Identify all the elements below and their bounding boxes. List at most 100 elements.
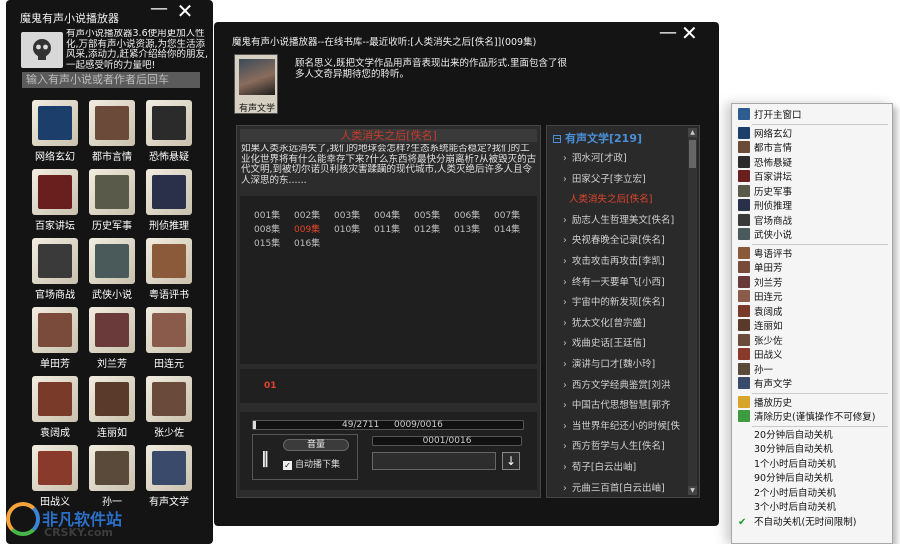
tree-item[interactable]: › 终有一天要单飞[小西]	[563, 274, 689, 295]
category-label: 官场商战	[35, 290, 75, 301]
collapse-icon[interactable]: −	[553, 135, 561, 143]
menu-item-narrator[interactable]: 孙一	[738, 362, 888, 377]
menu-item-narrator[interactable]: 田战义	[738, 348, 888, 362]
menu-item-shutdown[interactable]: 3个小时后自动关机	[738, 501, 888, 515]
category-tile[interactable]: 田连元	[142, 304, 196, 373]
category-tile[interactable]: 网络玄幻	[28, 97, 82, 166]
category-tile[interactable]: 粤语评书	[142, 235, 196, 304]
menu-item-shutdown[interactable]: 90分钟后自动关机	[738, 472, 888, 486]
download-arrow-icon[interactable]: ↓	[502, 452, 520, 470]
tree-item[interactable]: › 演讲与口才[魏小玲]	[563, 356, 689, 377]
category-tile[interactable]: 单田芳	[28, 304, 82, 373]
minimize-button[interactable]: —	[150, 0, 168, 20]
tree-item[interactable]: 人类消失之后[佚名]	[563, 191, 689, 212]
menu-item-category[interactable]: 刑侦推理	[738, 199, 888, 213]
episode-item[interactable]: 014集	[494, 222, 534, 236]
menu-item-category[interactable]: 历史军事	[738, 184, 888, 199]
episode-item[interactable]: 009集	[294, 222, 334, 236]
menu-item-narrator[interactable]: 张少佐	[738, 333, 888, 348]
category-tile[interactable]: 都市言情	[85, 97, 139, 166]
menu-item-open-main[interactable]: 打开主窗口	[738, 108, 888, 122]
episode-item[interactable]: 010集	[334, 222, 374, 236]
episode-item[interactable]: 013集	[454, 222, 494, 236]
menu-item-category[interactable]: 武侠小说	[738, 228, 888, 242]
scroll-down-icon[interactable]: ▼	[688, 486, 697, 495]
narrator-icon	[89, 307, 135, 353]
tree-item[interactable]: › 央视春晚全记录[佚名]	[563, 232, 689, 253]
auto-next-option[interactable]: ✓ 自动播下集	[283, 457, 340, 470]
menu-item-shutdown[interactable]: ✔ 不自动关机(无时间限制)	[738, 516, 888, 530]
narrator-icon	[738, 246, 750, 259]
episode-item[interactable]: 006集	[454, 208, 494, 222]
menu-item-category[interactable]: 都市言情	[738, 141, 888, 155]
close-button[interactable]: ✕	[176, 1, 194, 22]
tree-root[interactable]: − 有声文学[219]	[553, 130, 642, 146]
menu-item-narrator[interactable]: 刘兰芳	[738, 275, 888, 290]
episode-item[interactable]: 004集	[374, 208, 414, 222]
category-tile[interactable]: 百家讲坛	[28, 166, 82, 235]
episode-item[interactable]: 005集	[414, 208, 454, 222]
tree-item[interactable]: › 西方哲学与人生[佚名]	[563, 438, 689, 459]
tree-item[interactable]: › 犹太文化[曾宗盛]	[563, 315, 689, 336]
category-tile[interactable]: 武侠小说	[85, 235, 139, 304]
menu-item-shutdown[interactable]: 1个小时后自动关机	[738, 458, 888, 472]
tree-item[interactable]: › 宇宙中的新发现[佚名]	[563, 294, 689, 315]
menu-item-narrator[interactable]: 袁阔成	[738, 304, 888, 319]
volume-slider[interactable]: 音量	[283, 439, 349, 451]
menu-item-narrator[interactable]: 连丽如	[738, 319, 888, 333]
menu-item-play-history[interactable]: 播放历史	[738, 395, 888, 410]
menu-item-shutdown[interactable]: 30分钟后自动关机	[738, 443, 888, 457]
menu-item-shutdown[interactable]: 20分钟后自动关机	[738, 429, 888, 443]
tree-item[interactable]: › 攻击攻击再攻击[李凯]	[563, 253, 689, 274]
pause-icon[interactable]: ‖	[261, 448, 269, 467]
category-tile[interactable]: 刑侦推理	[142, 166, 196, 235]
tree-item[interactable]: › 西方文学经典鉴赏[刘洪	[563, 377, 689, 398]
episode-item[interactable]: 007集	[494, 208, 534, 222]
category-tile[interactable]: 恐怖悬疑	[142, 97, 196, 166]
category-tile[interactable]: 官场商战	[28, 235, 82, 304]
tree-scrollbar[interactable]: ▲ ▼	[688, 128, 697, 495]
menu-item-category[interactable]: 网络玄幻	[738, 126, 888, 141]
tree-item[interactable]: › 励志人生哲理美文[佚名]	[563, 212, 689, 233]
menu-item-narrator[interactable]: 有声文学	[738, 377, 888, 391]
category-tile[interactable]: 有声文学	[142, 442, 196, 511]
menu-item-clear-history[interactable]: 清除历史(谨慎操作不可修复)	[738, 410, 888, 424]
menu-item-narrator[interactable]: 田连元	[738, 290, 888, 304]
tree-item[interactable]: › 戏曲史话[王廷信]	[563, 335, 689, 356]
close-button[interactable]: ✕	[681, 23, 698, 43]
tree-item[interactable]: › 元曲三百首[白云出岫]	[563, 480, 689, 498]
episode-item[interactable]: 012集	[414, 222, 454, 236]
minimize-button[interactable]: —	[659, 24, 677, 42]
episode-item[interactable]: 008集	[254, 222, 294, 236]
category-label: 连丽如	[97, 428, 127, 439]
category-tile[interactable]: 连丽如	[85, 373, 139, 442]
tree-item[interactable]: › 当世界年纪还小的时候[佚	[563, 418, 689, 439]
tree-item[interactable]: › 荀子[白云出岫]	[563, 459, 689, 480]
menu-item-shutdown[interactable]: 2个小时后自动关机	[738, 487, 888, 501]
menu-item-narrator[interactable]: 粤语评书	[738, 246, 888, 261]
episode-item[interactable]: 016集	[294, 236, 334, 250]
playback-progress-bar[interactable]: 49/2711 0009/0016	[252, 420, 524, 430]
episode-item[interactable]: 015集	[254, 236, 294, 250]
menu-item-category[interactable]: 百家讲坛	[738, 170, 888, 184]
auto-next-checkbox[interactable]: ✓	[283, 461, 292, 470]
search-input[interactable]: 输入有声小说或者作者后回车	[22, 72, 200, 88]
tree-item[interactable]: › 泗水河[才政]	[563, 150, 689, 171]
progress-knob[interactable]	[253, 421, 256, 429]
category-tile[interactable]: 刘兰芳	[85, 304, 139, 373]
menu-item-narrator[interactable]: 单田芳	[738, 261, 888, 275]
episode-item[interactable]: 002集	[294, 208, 334, 222]
category-tile[interactable]: 袁阔成	[28, 373, 82, 442]
tree-item[interactable]: › 田家父子[李立宏]	[563, 171, 689, 192]
category-tile[interactable]: 张少佐	[142, 373, 196, 442]
episode-item[interactable]: 011集	[374, 222, 414, 236]
now-playing-row: 01	[240, 369, 537, 403]
scroll-up-icon[interactable]: ▲	[688, 128, 697, 137]
scroll-thumb[interactable]	[689, 140, 696, 168]
tree-item[interactable]: › 中国古代思想智慧[郭齐	[563, 397, 689, 418]
menu-item-category[interactable]: 官场商战	[738, 213, 888, 228]
category-tile[interactable]: 历史军事	[85, 166, 139, 235]
menu-item-category[interactable]: 恐怖悬疑	[738, 155, 888, 170]
episode-item[interactable]: 001集	[254, 208, 294, 222]
episode-item[interactable]: 003集	[334, 208, 374, 222]
